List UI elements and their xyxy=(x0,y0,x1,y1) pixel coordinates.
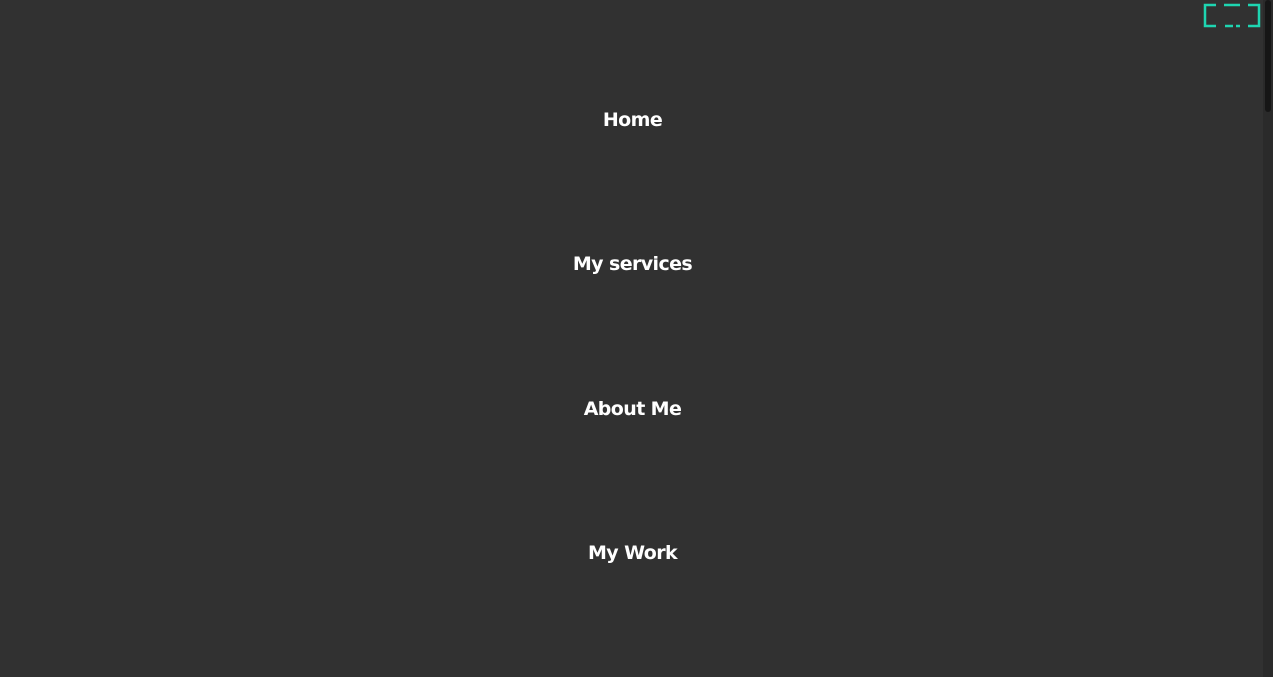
nav-link-my-services-label: My services xyxy=(572,253,693,275)
nav-link-my-work[interactable]: My Work xyxy=(0,541,1265,565)
nav-link-my-services[interactable]: My services xyxy=(0,252,1265,276)
nav-link-home-label: Home xyxy=(602,109,663,131)
fullscreen-menu: Home My services About Me My Work xyxy=(0,0,1263,677)
scrollbar-thumb[interactable] xyxy=(1265,0,1271,112)
nav-link-about-me-label: About Me xyxy=(583,398,682,420)
nav-link-my-work-label: My Work xyxy=(587,542,678,564)
nav-link-home[interactable]: Home xyxy=(0,108,1265,132)
close-menu-icon xyxy=(1203,3,1261,28)
nav-link-about-me[interactable]: About Me xyxy=(0,397,1265,421)
menu-toggle-button[interactable] xyxy=(1203,3,1261,29)
vertical-scrollbar[interactable] xyxy=(1263,0,1273,677)
